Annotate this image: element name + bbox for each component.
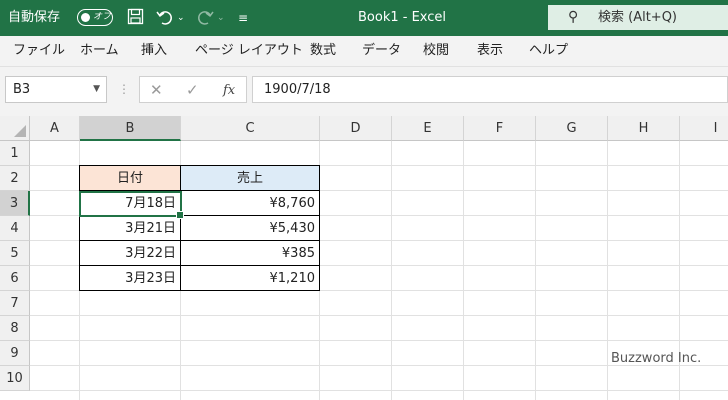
insert-function-icon[interactable]: fx <box>223 77 235 104</box>
tab-formulas[interactable]: 数式 <box>310 36 336 66</box>
date-cell[interactable]: 3月23日 <box>79 265 181 291</box>
column-header-e[interactable]: E <box>392 116 464 141</box>
row-header-2[interactable]: 2 <box>0 166 30 191</box>
gridline <box>391 141 392 400</box>
row-header-7[interactable]: 7 <box>0 291 30 316</box>
sales-cell[interactable]: ¥5,430 <box>180 215 320 241</box>
name-box-value: B3 <box>13 82 31 97</box>
redo-icon[interactable] <box>196 8 214 31</box>
enter-icon[interactable]: ✓ <box>186 77 199 104</box>
formula-buttons: ✕ ✓ fx <box>139 76 247 103</box>
column-header-a[interactable]: A <box>30 116 80 141</box>
window-title: Book1 - Excel <box>358 10 447 25</box>
column-header-i[interactable]: I <box>680 116 728 141</box>
tab-data[interactable]: データ <box>362 36 401 66</box>
ribbon-tabs: ファイル ホーム 挿入 ページ レイアウト 数式 データ 校閲 表示 ヘルプ <box>0 36 728 67</box>
more-options-icon: ⋮ <box>118 82 130 96</box>
gridline <box>463 141 464 400</box>
save-icon[interactable] <box>127 8 144 30</box>
gridline <box>607 141 608 400</box>
fill-handle[interactable] <box>176 211 184 219</box>
search-box[interactable]: ⚲ 検索 (Alt+Q) <box>548 5 728 30</box>
name-box[interactable]: B3 ▼ <box>5 76 107 103</box>
customize-qat-icon[interactable]: ≡ <box>238 8 248 28</box>
search-icon: ⚲ <box>568 9 579 25</box>
gridline <box>30 390 728 391</box>
tab-file[interactable]: ファイル <box>13 36 65 66</box>
autosave-label: 自動保存 <box>8 10 61 25</box>
column-header-d[interactable]: D <box>320 116 392 141</box>
watermark: Buzzword Inc. <box>611 351 702 366</box>
redo-dropdown-icon[interactable]: ⌄ <box>217 8 225 28</box>
formula-input[interactable]: 1900/7/18 <box>252 76 728 103</box>
autosave-toggle[interactable]: オフ <box>77 9 113 26</box>
select-all-icon <box>14 125 26 137</box>
row-header-9[interactable]: 9 <box>0 341 30 366</box>
toggle-knob <box>81 13 90 22</box>
tab-page-layout[interactable]: ページ レイアウト <box>195 36 303 66</box>
sales-cell[interactable]: ¥385 <box>180 240 320 266</box>
sales-cell[interactable]: ¥1,210 <box>180 265 320 291</box>
undo-dropdown-icon[interactable]: ⌄ <box>177 8 185 28</box>
title-bar: 自動保存 オフ ⌄ ⌄ ≡ Book1 - Excel ⚲ 検索 (Alt+Q) <box>0 0 728 36</box>
table-header-sales[interactable]: 売上 <box>180 165 320 191</box>
row-header-4[interactable]: 4 <box>0 216 30 241</box>
gridline <box>535 141 536 400</box>
date-cell[interactable]: 3月22日 <box>79 240 181 266</box>
tab-home[interactable]: ホーム <box>80 36 119 66</box>
search-placeholder: 検索 (Alt+Q) <box>598 10 678 25</box>
row-header-6[interactable]: 6 <box>0 266 30 291</box>
tab-help[interactable]: ヘルプ <box>529 36 568 66</box>
formula-value: 1900/7/18 <box>264 82 331 97</box>
date-cell[interactable]: 3月21日 <box>79 215 181 241</box>
tab-review[interactable]: 校閲 <box>423 36 449 66</box>
sales-cell[interactable]: ¥8,760 <box>180 190 320 216</box>
gridline <box>30 340 728 341</box>
formula-bar-area: B3 ▼ ⋮ ✕ ✓ fx 1900/7/18 <box>0 67 728 116</box>
row-header-5[interactable]: 5 <box>0 241 30 266</box>
undo-icon[interactable] <box>156 8 174 31</box>
autosave-state: オフ <box>93 12 112 22</box>
select-all-corner[interactable] <box>0 116 30 141</box>
row-header-1[interactable]: 1 <box>0 141 30 166</box>
tab-insert[interactable]: 挿入 <box>141 36 167 66</box>
table-header-date[interactable]: 日付 <box>79 165 181 191</box>
row-header-8[interactable]: 8 <box>0 316 30 341</box>
column-header-g[interactable]: G <box>536 116 608 141</box>
column-header-b[interactable]: B <box>80 116 181 141</box>
cancel-icon[interactable]: ✕ <box>150 77 163 104</box>
row-header-10[interactable]: 10 <box>0 366 30 391</box>
column-header-h[interactable]: H <box>608 116 680 141</box>
tab-view[interactable]: 表示 <box>477 36 503 66</box>
chevron-down-icon[interactable]: ▼ <box>93 77 100 102</box>
active-cell-outline <box>79 191 184 219</box>
gridline <box>30 315 728 316</box>
row-header-3[interactable]: 3 <box>0 191 30 216</box>
column-header-c[interactable]: C <box>181 116 320 141</box>
column-header-f[interactable]: F <box>464 116 536 141</box>
